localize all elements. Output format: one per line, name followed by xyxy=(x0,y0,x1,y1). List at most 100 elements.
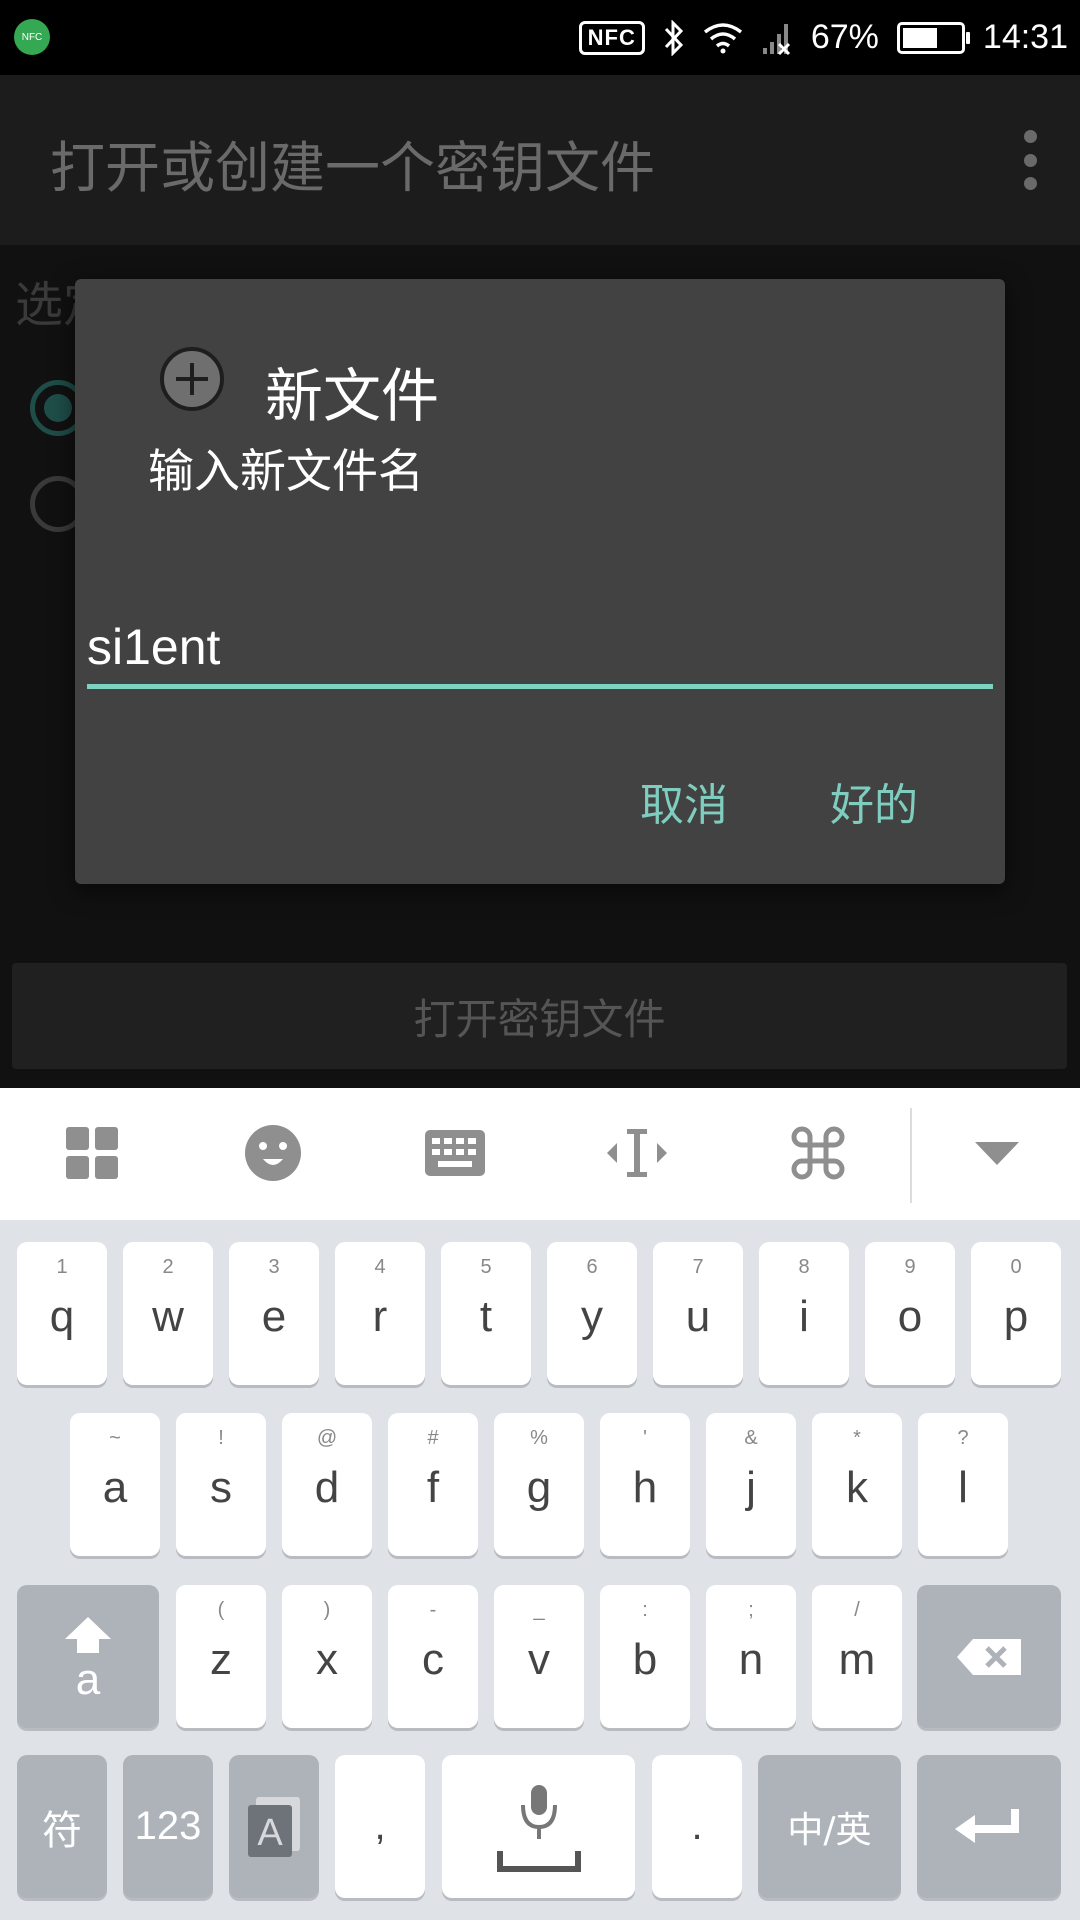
key-t[interactable]: 5t xyxy=(441,1242,531,1385)
key-j[interactable]: & j xyxy=(706,1413,796,1556)
key-h[interactable]: ' h xyxy=(600,1413,690,1556)
battery-percent: 67% xyxy=(810,18,879,56)
cursor-move-icon[interactable] xyxy=(597,1113,677,1193)
key-f[interactable]: # f xyxy=(388,1413,478,1556)
key-c[interactable]: -c xyxy=(388,1585,478,1728)
numbers-key-label: 123 xyxy=(134,1804,202,1848)
text-edit-icon: A xyxy=(248,1797,300,1857)
key-label: j xyxy=(746,1463,756,1512)
key-w[interactable]: 2w xyxy=(123,1242,213,1385)
comma-key[interactable]: , xyxy=(335,1755,425,1898)
bluetooth-icon xyxy=(664,19,683,56)
language-switch-key[interactable]: 中/英 xyxy=(758,1755,901,1898)
overflow-menu-icon[interactable] xyxy=(1015,130,1045,190)
emoji-icon[interactable] xyxy=(233,1113,313,1193)
key-hint: / xyxy=(854,1599,860,1621)
comma-key-label: , xyxy=(374,1804,386,1848)
key-label: d xyxy=(314,1463,340,1512)
nfc-status-icon: NFC xyxy=(578,20,645,55)
dialog-title: 新文件 xyxy=(265,362,440,430)
collapse-keyboard-icon[interactable] xyxy=(957,1113,1037,1193)
key-q[interactable]: 1q xyxy=(17,1242,107,1385)
cancel-button[interactable]: 取消 xyxy=(640,769,728,833)
key-hint: & xyxy=(744,1427,758,1449)
backspace-icon xyxy=(957,1639,1021,1675)
symbols-key[interactable]: 符 xyxy=(17,1755,107,1898)
backspace-key[interactable] xyxy=(917,1585,1061,1728)
key-hint: 6 xyxy=(586,1256,598,1278)
key-label: f xyxy=(426,1463,440,1512)
status-icons: NFC 67% 14:31 xyxy=(578,0,1068,75)
key-k[interactable]: * k xyxy=(812,1413,902,1556)
key-label: l xyxy=(958,1463,968,1512)
shift-key[interactable]: a xyxy=(17,1585,159,1728)
key-y[interactable]: 6y xyxy=(547,1242,637,1385)
key-o[interactable]: 9o xyxy=(865,1242,955,1385)
key-hint: 4 xyxy=(374,1256,386,1278)
microphone-icon xyxy=(497,1785,581,1872)
filename-input[interactable] xyxy=(87,609,993,689)
key-label: a xyxy=(102,1463,128,1512)
key-x[interactable]: ) x xyxy=(282,1585,372,1728)
key-hint: 1 xyxy=(56,1256,68,1278)
key-label: o xyxy=(897,1292,923,1341)
open-keyfile-button[interactable]: 打开密钥文件 xyxy=(12,963,1067,1069)
key-b[interactable]: :b xyxy=(600,1585,690,1728)
key-label: b xyxy=(632,1635,658,1684)
ok-button[interactable]: 好的 xyxy=(830,769,918,833)
key-z[interactable]: (z xyxy=(176,1585,266,1728)
language-switch-label: 中/英 xyxy=(787,1809,872,1851)
new-file-dialog: 新文件 输入新文件名 取消 好的 xyxy=(75,279,1005,884)
key-label: e xyxy=(261,1292,287,1341)
apps-grid-icon[interactable] xyxy=(52,1113,132,1193)
text-edit-key[interactable]: A xyxy=(229,1755,319,1898)
key-label: i xyxy=(799,1292,809,1341)
keyboard-toolbar xyxy=(0,1088,1080,1220)
dialog-message: 输入新文件名 xyxy=(148,444,424,498)
key-hint: _ xyxy=(533,1599,545,1621)
add-circle-icon xyxy=(160,347,224,411)
key-hint: 9 xyxy=(904,1256,916,1278)
key-a[interactable]: ~ a xyxy=(70,1413,160,1556)
key-label: k xyxy=(846,1463,868,1512)
key-hint: 0 xyxy=(1010,1256,1022,1278)
status-bar: NFC NFC 67% 14:31 xyxy=(0,0,1080,75)
key-hint: 7 xyxy=(692,1256,704,1278)
command-icon[interactable] xyxy=(778,1113,858,1193)
key-hint: ! xyxy=(218,1427,224,1449)
key-hint: % xyxy=(530,1427,548,1449)
enter-key[interactable] xyxy=(917,1755,1061,1898)
key-label: y xyxy=(581,1292,603,1341)
key-s[interactable]: ! s xyxy=(176,1413,266,1556)
key-e[interactable]: 3e xyxy=(229,1242,319,1385)
app-bar: 打开或创建一个密钥文件 xyxy=(0,75,1080,245)
key-label: n xyxy=(738,1635,764,1684)
key-label: h xyxy=(632,1463,658,1512)
numbers-key[interactable]: 123 xyxy=(123,1755,213,1898)
key-d[interactable]: @ d xyxy=(282,1413,372,1556)
key-n[interactable]: ; n xyxy=(706,1585,796,1728)
key-label: u xyxy=(685,1292,711,1341)
key-i[interactable]: 8i xyxy=(759,1242,849,1385)
key-m[interactable]: / m xyxy=(812,1585,902,1728)
key-g[interactable]: % g xyxy=(494,1413,584,1556)
period-key[interactable]: . xyxy=(652,1755,742,1898)
symbols-key-label: 符 xyxy=(42,1807,82,1854)
key-hint: ( xyxy=(217,1599,225,1621)
key-v[interactable]: _ v xyxy=(494,1585,584,1728)
key-r[interactable]: 4r xyxy=(335,1242,425,1385)
space-key[interactable] xyxy=(442,1755,635,1898)
key-hint: : xyxy=(642,1599,648,1621)
clock: 14:31 xyxy=(982,18,1068,56)
page-title: 打开或创建一个密钥文件 xyxy=(50,136,656,200)
shift-arrow-icon xyxy=(65,1617,111,1653)
key-l[interactable]: ? l xyxy=(918,1413,1008,1556)
shift-label: a xyxy=(75,1655,101,1704)
keyboard-icon[interactable] xyxy=(415,1113,495,1193)
key-p[interactable]: 0p xyxy=(971,1242,1061,1385)
key-label: r xyxy=(372,1292,388,1341)
key-hint: ; xyxy=(748,1599,754,1621)
battery-icon xyxy=(896,21,970,54)
key-hint: ? xyxy=(957,1427,969,1449)
key-u[interactable]: 7u xyxy=(653,1242,743,1385)
